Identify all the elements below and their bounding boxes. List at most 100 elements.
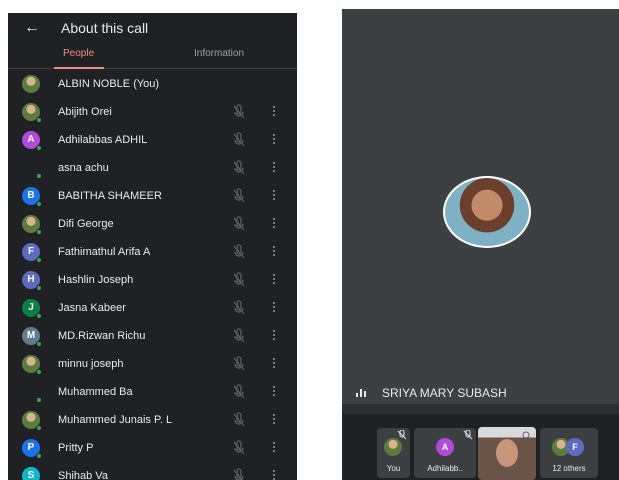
more-options-icon[interactable] bbox=[272, 356, 276, 372]
mic-off-icon[interactable] bbox=[232, 132, 246, 148]
participant-avatar bbox=[22, 75, 40, 93]
more-options-icon[interactable] bbox=[272, 160, 276, 176]
adhil-avatar: A bbox=[436, 438, 454, 456]
participant-row[interactable]: Muhammed Ba bbox=[8, 378, 297, 406]
tile-adhilabbas[interactable]: A Adhilabb.. bbox=[414, 428, 476, 478]
participant-name: asna achu bbox=[58, 162, 109, 174]
more-options-icon[interactable] bbox=[272, 440, 276, 456]
speaker-name: SRIYA MARY SUBASH bbox=[382, 386, 507, 400]
online-dot-icon bbox=[36, 369, 42, 375]
participant-row[interactable]: F Fathimathul Arifa A bbox=[8, 238, 297, 266]
video-face bbox=[496, 439, 518, 467]
online-dot-icon bbox=[36, 201, 42, 207]
mic-off-icon bbox=[397, 430, 407, 440]
mic-off-icon[interactable] bbox=[232, 384, 246, 400]
mic-off-icon[interactable] bbox=[232, 300, 246, 316]
participant-row[interactable]: H Hashlin Joseph bbox=[8, 266, 297, 294]
participant-name: MD.Rizwan Richu bbox=[58, 330, 146, 342]
participant-row[interactable]: minnu joseph bbox=[8, 350, 297, 378]
participant-name: Hashlin Joseph bbox=[58, 274, 134, 286]
tile-self-video[interactable] bbox=[478, 427, 536, 480]
online-dot-icon bbox=[36, 453, 42, 459]
tile-label: You bbox=[386, 464, 401, 473]
more-options-icon[interactable] bbox=[272, 272, 276, 288]
mic-off-icon[interactable] bbox=[232, 468, 246, 480]
participant-row[interactable]: J Jasna Kabeer bbox=[8, 294, 297, 322]
participant-name: Abijith Orei bbox=[58, 106, 112, 118]
participant-name: Fathimathul Arifa A bbox=[58, 246, 151, 258]
mic-off-icon[interactable] bbox=[232, 244, 246, 260]
back-arrow-icon[interactable]: ← bbox=[24, 18, 40, 38]
tile-label: 12 others bbox=[552, 464, 586, 473]
more-options-icon[interactable] bbox=[272, 244, 276, 260]
participant-row[interactable]: Muhammed Junais P. L bbox=[8, 406, 297, 434]
participant-row[interactable]: A Adhilabbas ADHIL bbox=[8, 126, 297, 154]
online-dot-icon bbox=[36, 145, 42, 151]
mic-off-icon[interactable] bbox=[232, 440, 246, 456]
active-tab-indicator bbox=[54, 67, 104, 69]
about-call-panel: ← About this call People Information ALB… bbox=[8, 13, 297, 480]
tab-bar: People Information bbox=[8, 43, 297, 69]
participant-avatar: S bbox=[22, 467, 40, 480]
participant-name: Shihab Va bbox=[58, 470, 108, 480]
more-options-icon[interactable] bbox=[272, 384, 276, 400]
mic-off-icon bbox=[463, 430, 473, 440]
tile-you[interactable]: You bbox=[377, 428, 410, 478]
online-dot-icon bbox=[36, 341, 42, 347]
others-avatar-2: F bbox=[566, 438, 584, 456]
mic-off-icon[interactable] bbox=[232, 216, 246, 232]
panel-header: ← About this call bbox=[8, 13, 297, 43]
participant-name: Adhilabbas ADHIL bbox=[58, 134, 148, 146]
participant-row[interactable]: M MD.Rizwan Richu bbox=[8, 322, 297, 350]
call-view: SRIYA MARY SUBASH You A Adhilabb.. F 12 … bbox=[342, 9, 619, 480]
you-avatar bbox=[384, 438, 402, 456]
mic-off-icon[interactable] bbox=[232, 412, 246, 428]
participant-name: Difi George bbox=[58, 218, 114, 230]
mic-off-icon[interactable] bbox=[232, 188, 246, 204]
participant-name: minnu joseph bbox=[58, 358, 124, 370]
more-options-icon[interactable] bbox=[272, 132, 276, 148]
mic-off-icon[interactable] bbox=[232, 328, 246, 344]
participant-row[interactable]: B BABITHA SHAMEER bbox=[8, 182, 297, 210]
more-options-icon[interactable] bbox=[272, 300, 276, 316]
online-dot-icon bbox=[36, 285, 42, 291]
participant-name: Jasna Kabeer bbox=[58, 302, 126, 314]
online-dot-icon bbox=[36, 173, 42, 179]
tab-information[interactable]: Information bbox=[194, 47, 244, 61]
online-dot-icon bbox=[36, 117, 42, 123]
mic-off-icon[interactable] bbox=[232, 160, 246, 176]
participant-row[interactable]: Abijith Orei bbox=[8, 98, 297, 126]
online-dot-icon bbox=[36, 397, 42, 403]
more-options-icon[interactable] bbox=[272, 104, 276, 120]
more-options-icon[interactable] bbox=[272, 188, 276, 204]
online-dot-icon bbox=[36, 257, 42, 263]
participant-row[interactable]: S Shihab Va bbox=[8, 462, 297, 480]
participant-name: Muhammed Junais P. L bbox=[58, 414, 173, 426]
pin-icon bbox=[522, 431, 530, 439]
main-stage bbox=[342, 9, 619, 404]
more-options-icon[interactable] bbox=[272, 328, 276, 344]
participant-row[interactable]: asna achu bbox=[8, 154, 297, 182]
participant-row[interactable]: P Pritty P bbox=[8, 434, 297, 462]
tile-others[interactable]: F 12 others bbox=[540, 428, 598, 478]
participant-strip: You A Adhilabb.. F 12 others bbox=[342, 414, 619, 480]
tab-people[interactable]: People bbox=[63, 47, 94, 61]
online-dot-icon bbox=[36, 313, 42, 319]
participant-row[interactable]: ALBIN NOBLE (You) bbox=[8, 70, 297, 98]
mic-off-icon[interactable] bbox=[232, 104, 246, 120]
participant-name: Pritty P bbox=[58, 442, 94, 454]
participant-name: BABITHA SHAMEER bbox=[58, 190, 162, 202]
participant-name: Muhammed Ba bbox=[58, 386, 133, 398]
mic-off-icon[interactable] bbox=[232, 272, 246, 288]
more-options-icon[interactable] bbox=[272, 412, 276, 428]
online-dot-icon bbox=[36, 425, 42, 431]
more-options-icon[interactable] bbox=[272, 216, 276, 232]
mic-off-icon[interactable] bbox=[232, 356, 246, 372]
panel-title: About this call bbox=[61, 20, 149, 36]
more-options-icon[interactable] bbox=[272, 468, 276, 480]
online-dot-icon bbox=[36, 229, 42, 235]
audio-level-icon bbox=[356, 388, 370, 398]
speaker-avatar bbox=[443, 176, 531, 248]
participant-row[interactable]: Difi George bbox=[8, 210, 297, 238]
tile-label: Adhilabb.. bbox=[427, 464, 463, 473]
